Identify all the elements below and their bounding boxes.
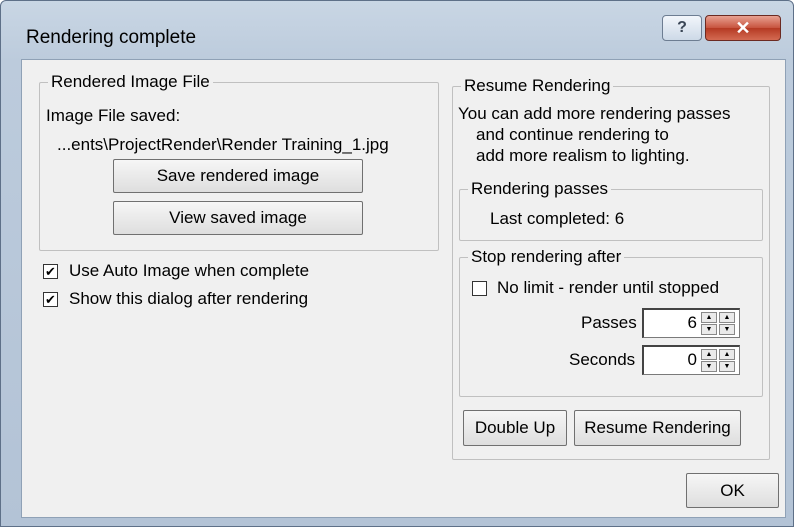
- help-button[interactable]: ?: [662, 15, 702, 41]
- auto-image-label: Use Auto Image when complete: [69, 261, 310, 280]
- ok-button[interactable]: OK: [686, 473, 779, 508]
- resume-description-line-3: add more realism to lighting.: [476, 146, 690, 165]
- seconds-up-arrow-icon[interactable]: ▲: [701, 349, 717, 360]
- help-icon: ?: [677, 19, 687, 36]
- image-saved-label: Image File saved:: [46, 106, 181, 125]
- close-button[interactable]: ✕: [705, 15, 781, 41]
- passes-value: 6: [687, 313, 697, 332]
- double-up-button[interactable]: Double Up: [463, 410, 567, 446]
- no-limit-label: No limit - render until stopped: [497, 278, 720, 297]
- passes-down-arrow-icon-2[interactable]: ▼: [719, 324, 735, 335]
- resume-description-line-2: and continue rendering to: [476, 125, 669, 144]
- resume-rendering-button[interactable]: Resume Rendering: [574, 410, 741, 446]
- rendered-image-file-legend: Rendered Image File: [48, 72, 213, 92]
- save-rendered-image-button[interactable]: Save rendered image: [113, 159, 363, 193]
- image-file-path: ...ents\ProjectRender\Render Training_1.…: [57, 135, 389, 154]
- passes-down-arrow-icon[interactable]: ▼: [701, 324, 717, 335]
- dialog-client-area: Rendered Image File Image File saved: ..…: [21, 59, 786, 518]
- seconds-down-arrow-icon[interactable]: ▼: [701, 361, 717, 372]
- seconds-value: 0: [687, 350, 697, 369]
- title-bar[interactable]: Rendering complete ? ✕: [1, 1, 793, 49]
- seconds-down-arrow-icon-2[interactable]: ▼: [719, 361, 735, 372]
- passes-spin-field[interactable]: 6 ▲ ▼ ▲ ▼: [642, 308, 740, 338]
- seconds-spin-field[interactable]: 0 ▲ ▼ ▲ ▼: [642, 345, 740, 375]
- passes-spinner: ▲ ▼ ▲ ▼: [701, 312, 737, 336]
- passes-label: Passes: [581, 313, 637, 332]
- passes-up-arrow-icon[interactable]: ▲: [701, 312, 717, 323]
- passes-up-arrow-icon-2[interactable]: ▲: [719, 312, 735, 323]
- check-icon: ✔: [45, 264, 56, 279]
- resume-rendering-group: Resume Rendering You can add more render…: [452, 76, 770, 460]
- resume-rendering-legend: Resume Rendering: [461, 76, 614, 96]
- dialog-window: Rendering complete ? ✕ Rendered Image Fi…: [0, 0, 794, 527]
- window-title: Rendering complete: [26, 27, 197, 48]
- stop-rendering-legend: Stop rendering after: [468, 247, 625, 267]
- check-icon: ✔: [45, 292, 56, 307]
- rendering-passes-legend: Rendering passes: [468, 179, 612, 199]
- rendering-passes-group: Rendering passes Last completed: 6: [459, 179, 763, 241]
- no-limit-checkbox[interactable]: [472, 281, 487, 296]
- show-dialog-checkbox[interactable]: ✔: [43, 292, 58, 307]
- view-saved-image-button[interactable]: View saved image: [113, 201, 363, 235]
- show-dialog-label: Show this dialog after rendering: [69, 289, 309, 308]
- seconds-spinner: ▲ ▼ ▲ ▼: [701, 349, 737, 373]
- stop-rendering-group: Stop rendering after No limit - render u…: [459, 247, 763, 397]
- close-icon: ✕: [735, 17, 751, 38]
- last-completed-text: Last completed: 6: [490, 209, 625, 228]
- auto-image-checkbox[interactable]: ✔: [43, 264, 58, 279]
- resume-description-line-1: You can add more rendering passes: [458, 104, 731, 123]
- rendered-image-file-group: Rendered Image File Image File saved: ..…: [39, 72, 439, 251]
- seconds-up-arrow-icon-2[interactable]: ▲: [719, 349, 735, 360]
- seconds-label: Seconds: [569, 350, 636, 369]
